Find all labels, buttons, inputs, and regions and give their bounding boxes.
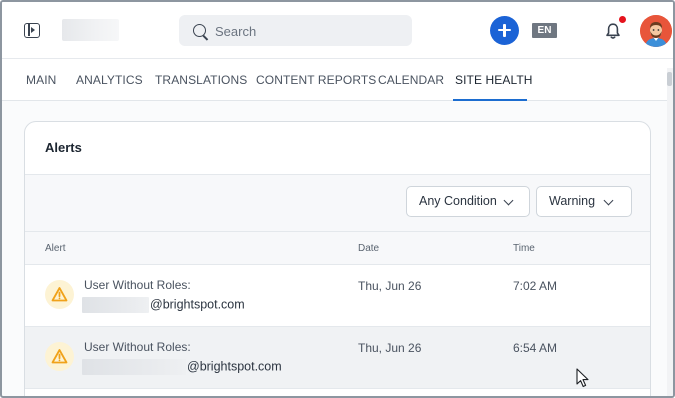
search-box[interactable] (179, 15, 412, 46)
redacted-text (82, 359, 186, 375)
sidebar-toggle-icon[interactable] (24, 23, 40, 38)
logo[interactable] (62, 19, 119, 41)
card-title: Alerts (45, 140, 82, 155)
warning-icon (45, 280, 74, 309)
table-header: Alert Date Time (25, 231, 650, 265)
add-button[interactable] (490, 16, 519, 45)
table-row[interactable]: User Without Roles: @brightspot.com Thu,… (25, 265, 650, 327)
severity-dropdown-label: Warning (549, 194, 596, 208)
filter-bar: Any Condition Warning (25, 175, 650, 231)
redacted-text (82, 297, 149, 313)
condition-dropdown[interactable]: Any Condition (406, 186, 530, 217)
column-header-alert[interactable]: Alert (45, 243, 66, 254)
tab-bar: MAIN ANALYTICS TRANSLATIONS CONTENT REPO… (2, 58, 673, 101)
table-row[interactable]: User Without Roles: @brightspot.com Thu,… (25, 327, 650, 389)
alert-title: User Without Roles: (84, 278, 191, 292)
chevron-down-icon (603, 195, 614, 206)
scrollbar-track[interactable] (667, 68, 673, 396)
tab-translations[interactable]: TRANSLATIONS (155, 73, 247, 87)
alert-date: Thu, Jun 26 (358, 279, 422, 293)
condition-dropdown-label: Any Condition (419, 194, 497, 208)
alerts-card: Alerts Any Condition Warning Alert Date … (24, 121, 651, 396)
column-header-time[interactable]: Time (513, 243, 535, 254)
avatar[interactable] (640, 15, 672, 47)
tab-main[interactable]: MAIN (26, 73, 56, 87)
alert-date: Thu, Jun 26 (358, 341, 422, 355)
column-header-date[interactable]: Date (358, 243, 379, 254)
search-icon (193, 24, 206, 37)
alert-time: 7:02 AM (513, 279, 558, 293)
active-tab-indicator (453, 99, 527, 101)
alert-email: @brightspot.com (82, 297, 245, 313)
warning-icon (45, 342, 74, 371)
email-domain: @brightspot.com (150, 297, 245, 312)
app-window: EN MAIN ANALYTICS TRANSLATIONS CONTENT R… (0, 0, 675, 398)
search-input[interactable] (215, 21, 395, 41)
bell-icon[interactable] (605, 22, 621, 40)
severity-dropdown[interactable]: Warning (536, 186, 632, 217)
tab-site-health[interactable]: SITE HEALTH (455, 73, 533, 87)
tab-calendar[interactable]: CALENDAR (378, 73, 444, 87)
scrollbar-thumb[interactable] (667, 72, 672, 86)
alert-title: User Without Roles: (84, 340, 191, 354)
notification-dot (619, 16, 626, 23)
top-header: EN (2, 2, 673, 58)
alert-email: @brightspot.com (82, 359, 282, 375)
email-domain: @brightspot.com (187, 359, 282, 374)
chevron-down-icon (503, 195, 514, 206)
alert-time: 6:54 AM (513, 341, 558, 355)
tab-analytics[interactable]: ANALYTICS (76, 73, 143, 87)
mouse-cursor (576, 368, 589, 388)
tab-content-reports[interactable]: CONTENT REPORTS (256, 73, 376, 87)
language-badge[interactable]: EN (532, 23, 557, 38)
